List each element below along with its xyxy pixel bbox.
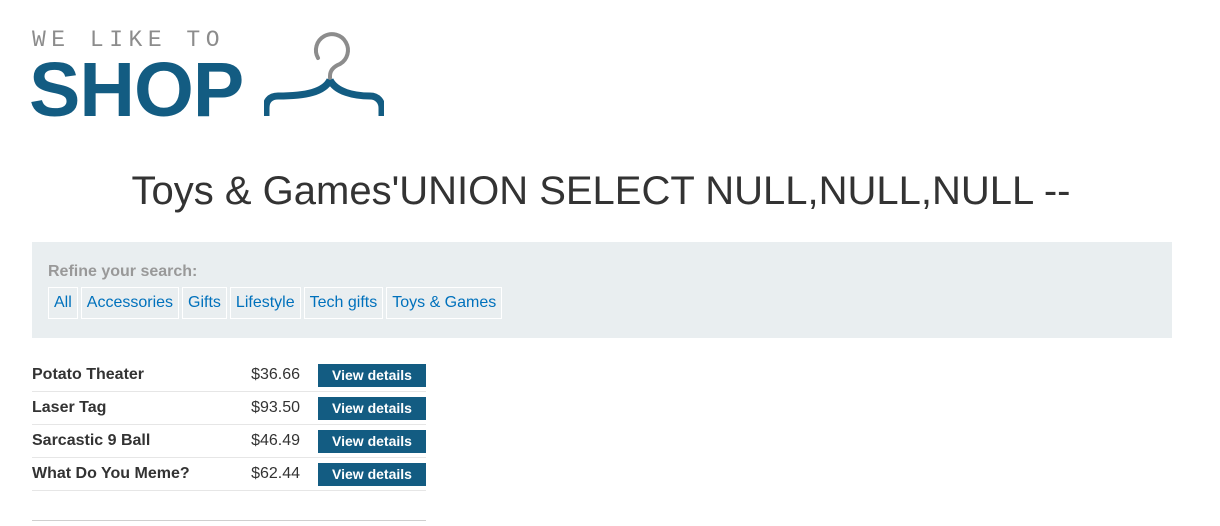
product-price: $46.49 xyxy=(251,432,300,449)
product-price: $36.66 xyxy=(251,366,300,383)
product-name: Sarcastic 9 Ball xyxy=(32,432,151,449)
filter-toys-and-games[interactable]: Toys & Games xyxy=(386,287,503,319)
table-divider xyxy=(32,520,426,521)
view-details-button[interactable]: View details xyxy=(318,463,426,486)
filter-list: All Accessories Gifts Lifestyle Tech gif… xyxy=(48,287,503,319)
filter-label: Refine your search: xyxy=(48,263,198,280)
filter-lifestyle[interactable]: Lifestyle xyxy=(229,287,301,319)
product-name: Laser Tag xyxy=(32,399,107,416)
table-row: Potato Theater $36.66 View details xyxy=(32,359,426,392)
product-price: $93.50 xyxy=(251,399,300,416)
product-name: Potato Theater xyxy=(32,366,145,383)
page: WE LIKE TO SHOP Toys & Games'UNION SELEC… xyxy=(0,0,1220,526)
filter-all[interactable]: All xyxy=(48,287,78,319)
filter-accessories[interactable]: Accessories xyxy=(80,287,180,319)
view-details-button[interactable]: View details xyxy=(318,430,426,453)
filter-panel: Refine your search: All Accessories Gift… xyxy=(32,242,1172,338)
product-table: Potato Theater $36.66 View details Laser… xyxy=(32,359,426,491)
filter-tech-gifts[interactable]: Tech gifts xyxy=(303,287,384,319)
view-details-button[interactable]: View details xyxy=(318,364,426,387)
site-logo[interactable]: WE LIKE TO SHOP xyxy=(29,26,392,133)
view-details-button[interactable]: View details xyxy=(318,397,426,420)
product-name: What Do You Meme? xyxy=(32,465,190,482)
product-price: $62.44 xyxy=(251,465,300,482)
table-row: Laser Tag $93.50 View details xyxy=(32,392,426,425)
filter-gifts[interactable]: Gifts xyxy=(182,287,227,319)
table-row: Sarcastic 9 Ball $46.49 View details xyxy=(32,425,426,458)
logo-wordmark: SHOP xyxy=(29,47,244,133)
hanger-icon xyxy=(264,32,384,116)
page-title: Toys & Games'UNION SELECT NULL,NULL,NULL… xyxy=(131,169,1071,213)
table-row: What Do You Meme? $62.44 View details xyxy=(32,458,426,491)
